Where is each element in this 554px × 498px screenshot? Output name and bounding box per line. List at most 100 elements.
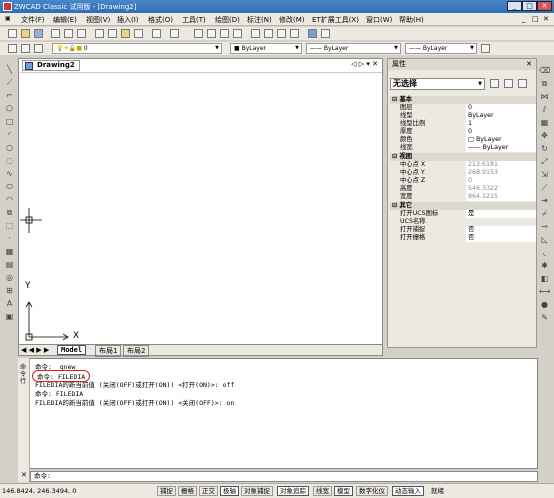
prop-row-linetype-scale[interactable]: 线型比例 1 xyxy=(390,120,536,128)
copy-icon[interactable] xyxy=(108,29,117,38)
prop-row-center-x[interactable]: 中心点 X 213.6181 xyxy=(390,161,536,169)
menu-modify[interactable]: 修改(M) xyxy=(279,15,305,25)
plot-style-icon[interactable] xyxy=(481,44,490,53)
hatch-icon[interactable]: ▦ xyxy=(4,246,15,257)
redo-icon[interactable] xyxy=(170,29,179,38)
insert-block-icon[interactable]: ⧉ xyxy=(4,207,15,218)
sheet-set-icon[interactable] xyxy=(290,29,299,38)
app-icon[interactable] xyxy=(3,2,12,11)
table-icon[interactable]: ⊞ xyxy=(4,285,15,296)
point-icon[interactable]: · xyxy=(4,233,15,244)
wipeout-icon[interactable]: ▣ xyxy=(4,311,15,322)
prop-row-color[interactable]: 颜色 □ ByLayer xyxy=(390,136,536,144)
status-lineweight[interactable]: 线宽 xyxy=(313,486,332,496)
stretch-icon[interactable]: ⇲ xyxy=(539,169,550,180)
ellipse-arc-icon[interactable]: ◠ xyxy=(4,194,15,205)
drawing-canvas[interactable]: Y X xyxy=(20,72,382,344)
edit-icon[interactable]: ✎ xyxy=(539,312,550,323)
polygon-icon[interactable]: ⬠ xyxy=(4,103,15,114)
mtext-icon[interactable]: A xyxy=(4,298,15,309)
lengthen-icon[interactable]: ⟷ xyxy=(539,286,550,297)
drawing-window-controls[interactable]: ◁ ▷ ▾ ✕ xyxy=(351,60,378,68)
status-osnap[interactable]: 对象捕捉 xyxy=(241,486,273,496)
layer-combo[interactable]: 💡☀🔓■ 0 ▼ xyxy=(52,43,222,54)
xline-icon[interactable]: ⟋ xyxy=(4,77,15,88)
minimize-button[interactable]: _ xyxy=(507,1,522,11)
doc-close-icon[interactable]: ✕ xyxy=(543,15,549,23)
doc-restore-icon[interactable]: □ xyxy=(532,15,539,23)
print-preview-icon[interactable] xyxy=(64,29,73,38)
layer-manager-icon[interactable] xyxy=(8,44,17,53)
prop-row-width[interactable]: 宽度 864.1215 xyxy=(390,193,536,201)
menu-edit[interactable]: 编辑(E) xyxy=(53,15,77,25)
save-icon[interactable] xyxy=(34,29,43,38)
menu-file[interactable]: 文件(F) xyxy=(21,15,45,25)
spline-icon[interactable]: ∿ xyxy=(4,168,15,179)
trim-icon[interactable]: ⟋ xyxy=(539,182,550,193)
selection-combo[interactable]: 无选择 ▼ xyxy=(390,78,485,90)
zoom-realtime-icon[interactable] xyxy=(207,29,216,38)
zoom-previous-icon[interactable] xyxy=(233,29,242,38)
prop-row-linetype[interactable]: 线型 ByLayer xyxy=(390,112,536,120)
menu-format[interactable]: 格式(O) xyxy=(148,15,173,25)
menu-view[interactable]: 视图(V) xyxy=(86,15,110,25)
linetype-combo[interactable]: —— ByLayer ▼ xyxy=(306,43,401,54)
line-icon[interactable]: ╲ xyxy=(4,64,15,75)
region-icon[interactable]: ◎ xyxy=(4,272,15,283)
paste-icon[interactable] xyxy=(121,29,130,38)
publish-icon[interactable] xyxy=(77,29,86,38)
fillet-icon[interactable]: ◟ xyxy=(539,247,550,258)
properties-close-icon[interactable]: ✕ xyxy=(526,59,532,69)
menu-draw[interactable]: 绘图(D) xyxy=(215,15,240,25)
break-icon[interactable]: ⌿ xyxy=(539,208,550,219)
status-dynamic-input[interactable]: 动态输入 xyxy=(392,486,424,496)
array-icon[interactable]: ▦ xyxy=(539,117,550,128)
prop-row-layer[interactable]: 图层 0 xyxy=(390,104,536,112)
group-other[interactable]: ⊟ 其它 xyxy=(390,202,536,210)
prop-row-ucs-name[interactable]: UCS名称 xyxy=(390,218,536,226)
prop-row-thickness[interactable]: 厚度 0 xyxy=(390,128,536,136)
color-combo[interactable]: ■ ByLayer ▼ xyxy=(230,43,302,54)
menu-tools[interactable]: 工具(T) xyxy=(182,15,206,25)
sphere-icon[interactable]: ● xyxy=(539,299,550,310)
pan-icon[interactable] xyxy=(194,29,203,38)
cut-icon[interactable] xyxy=(95,29,104,38)
menu-et-tools[interactable]: ET扩展工具(X) xyxy=(312,15,359,25)
calculator-icon[interactable] xyxy=(308,29,317,38)
circle-icon[interactable]: ○ xyxy=(4,142,15,153)
print-icon[interactable] xyxy=(51,29,60,38)
chamfer-icon[interactable]: ◺ xyxy=(539,234,550,245)
offset-icon[interactable]: ⫽ xyxy=(539,104,550,115)
command-close-icon[interactable]: ✕ xyxy=(21,471,27,479)
open-icon[interactable] xyxy=(21,29,30,38)
help-icon[interactable] xyxy=(321,29,330,38)
menu-dimension[interactable]: 标注(N) xyxy=(247,15,272,25)
zoom-window-icon[interactable] xyxy=(220,29,229,38)
status-otrack[interactable]: 对象追踪 xyxy=(277,486,309,496)
prop-row-center-z[interactable]: 中心点 Z 0 xyxy=(390,177,536,185)
app-menu-icon[interactable]: ▣ xyxy=(5,15,11,22)
arc-icon[interactable]: ◜ xyxy=(4,129,15,140)
prop-row-ucs-icon[interactable]: 打开UCS图标 是 xyxy=(390,210,536,218)
scale-icon[interactable]: ⤢ xyxy=(539,156,550,167)
group-basic[interactable]: ⊟ 基本 xyxy=(390,96,536,104)
lineweight-combo[interactable]: —— ByLayer ▼ xyxy=(405,43,477,54)
match-properties-icon[interactable] xyxy=(134,29,143,38)
menu-help[interactable]: 帮助(H) xyxy=(399,15,424,25)
new-icon[interactable] xyxy=(8,29,17,38)
tool-palette-icon[interactable] xyxy=(277,29,286,38)
tab-layout1[interactable]: 布局1 xyxy=(95,345,122,357)
prop-row-center-y[interactable]: 中心点 Y 268.9153 xyxy=(390,169,536,177)
prop-row-height[interactable]: 高度 546.3322 xyxy=(390,185,536,193)
menu-insert[interactable]: 插入(I) xyxy=(117,15,139,25)
mirror-icon[interactable]: ⋈ xyxy=(539,91,550,102)
tab-layout2[interactable]: 布局2 xyxy=(123,345,150,357)
polyline-icon[interactable]: ⌐ xyxy=(4,90,15,101)
move-icon[interactable]: ✥ xyxy=(539,130,550,141)
toggle-pickadd-icon[interactable] xyxy=(490,79,499,88)
make-block-icon[interactable]: ⬚ xyxy=(4,220,15,231)
status-tablet[interactable]: 数字化仪 xyxy=(356,486,388,496)
prop-row-lineweight[interactable]: 线宽 —— ByLayer xyxy=(390,144,536,152)
rectangle-icon[interactable]: □ xyxy=(4,116,15,127)
layer-previous-icon[interactable] xyxy=(21,44,30,53)
